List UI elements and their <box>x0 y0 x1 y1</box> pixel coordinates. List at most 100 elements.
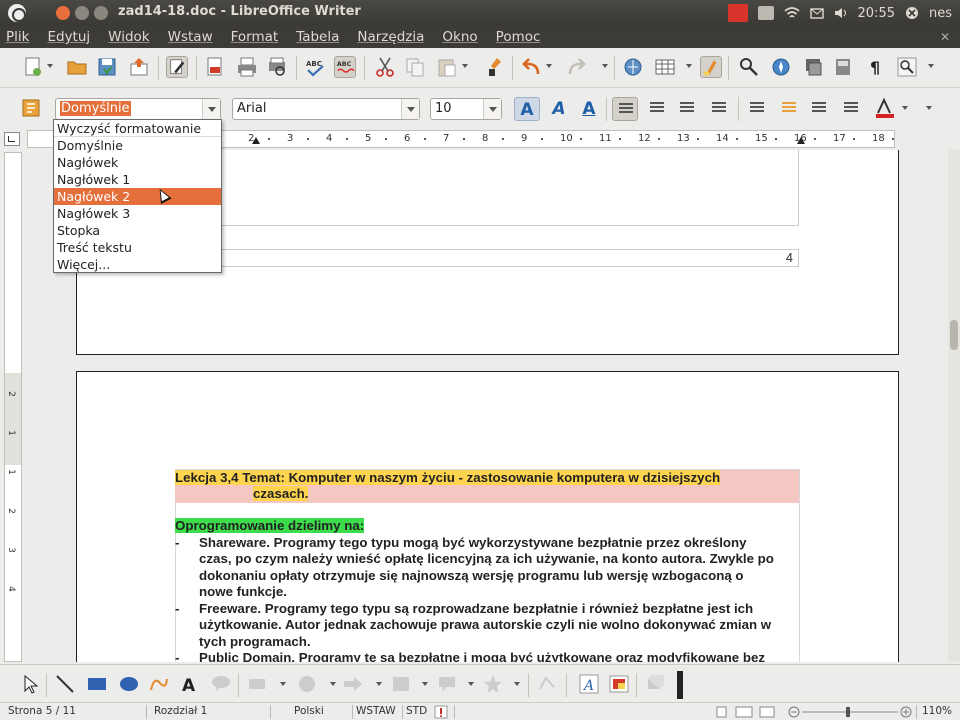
redo-dropdown-icon[interactable] <box>602 64 608 68</box>
bold-button[interactable]: A <box>514 97 540 121</box>
shapes-dropdown-icon[interactable] <box>514 682 520 686</box>
image-from-file-icon[interactable] <box>608 673 630 695</box>
view-layout-icons[interactable] <box>716 706 776 718</box>
font-color-icon[interactable] <box>874 97 896 119</box>
styles-formatting-icon[interactable] <box>20 97 42 119</box>
footer-area[interactable]: 4 <box>175 249 799 267</box>
tab-type-selector[interactable] <box>4 132 20 146</box>
cut-icon[interactable] <box>374 56 396 78</box>
menu-table[interactable]: Tabela <box>296 29 339 45</box>
shapes-dropdown-icon[interactable] <box>330 682 336 686</box>
shapes-dropdown-icon[interactable] <box>280 682 286 686</box>
style-option[interactable]: Wyczyść formatowanie <box>54 120 221 137</box>
vertical-ruler[interactable]: 2 1 1 2 3 4 <box>4 152 22 662</box>
table-icon[interactable] <box>654 56 676 78</box>
italic-button[interactable]: A <box>546 97 572 121</box>
callout-shapes-icon[interactable] <box>436 673 458 695</box>
document-modified-icon[interactable] <box>434 705 448 719</box>
menu-help[interactable]: Pomoc <box>496 29 541 45</box>
ubuntu-logo-icon[interactable] <box>8 4 26 22</box>
menu-view[interactable]: Widok <box>108 29 149 45</box>
export-pdf-icon[interactable] <box>204 56 226 78</box>
style-option[interactable]: Nagłówek <box>54 154 221 171</box>
fontwork-icon[interactable]: A <box>578 673 600 695</box>
vertical-scrollbar[interactable] <box>948 150 960 662</box>
select-arrow-icon[interactable] <box>20 673 42 695</box>
shapes-dropdown-icon[interactable] <box>468 682 474 686</box>
points-icon[interactable] <box>536 673 558 695</box>
shapes-dropdown-icon[interactable] <box>376 682 382 686</box>
indent-marker-icon[interactable] <box>797 137 805 144</box>
redo-icon[interactable] <box>566 56 588 78</box>
scrollbar-thumb[interactable] <box>950 320 958 350</box>
email-document-icon[interactable] <box>128 56 150 78</box>
menu-tools[interactable]: Narzędzia <box>357 29 424 45</box>
gallery-icon[interactable] <box>802 56 824 78</box>
table-dropdown-icon[interactable] <box>686 64 692 68</box>
document-page-current[interactable]: Lekcja 3,4 Temat: Komputer w naszym życi… <box>76 371 899 662</box>
formatting-marks-icon[interactable]: ¶ <box>864 56 886 78</box>
new-document-icon[interactable] <box>22 56 44 78</box>
page-indicator[interactable]: Strona 5 / 11 <box>8 705 76 717</box>
menu-format[interactable]: Format <box>231 29 279 45</box>
paragraph-style-dropdown[interactable]: Wyczyść formatowanie Domyślnie Nagłówek Nag… <box>53 119 222 273</box>
save-icon[interactable] <box>96 56 118 78</box>
spellcheck-icon[interactable]: ABC <box>304 56 326 78</box>
align-right-button[interactable] <box>674 97 700 121</box>
basic-shapes-icon[interactable] <box>246 673 268 695</box>
clone-formatting-icon[interactable] <box>484 56 506 78</box>
close-document-icon[interactable]: ✕ <box>940 30 950 44</box>
ellipse-icon[interactable] <box>118 673 140 695</box>
show-draw-functions-icon[interactable] <box>700 56 722 78</box>
style-option[interactable]: Więcej... <box>54 256 221 273</box>
symbol-shapes-icon[interactable] <box>296 673 318 695</box>
keyboard-icon[interactable] <box>757 6 774 20</box>
section-indicator[interactable]: Rozdział 1 <box>154 705 207 717</box>
indent-marker-icon[interactable] <box>252 137 260 144</box>
font-size-value[interactable]: 10 <box>435 101 452 116</box>
style-option[interactable]: Domyślnie <box>54 137 221 154</box>
zoom-percent[interactable]: 110% <box>922 705 952 717</box>
line-icon[interactable] <box>54 673 76 695</box>
style-option[interactable]: Stopka <box>54 222 221 239</box>
underline-button[interactable]: A <box>576 97 602 121</box>
menu-window[interactable]: Okno <box>442 29 477 45</box>
menu-insert[interactable]: Wstaw <box>168 29 213 45</box>
hyperlink-icon[interactable] <box>622 56 644 78</box>
font-name-value[interactable]: Arial <box>237 101 266 116</box>
data-sources-icon[interactable] <box>832 56 854 78</box>
stars-icon[interactable] <box>482 673 504 695</box>
insert-mode-indicator[interactable]: WSTAW <box>356 705 396 717</box>
flowchart-icon[interactable] <box>390 673 412 695</box>
find-replace-icon[interactable] <box>738 56 760 78</box>
open-folder-icon[interactable] <box>66 56 88 78</box>
menu-edit[interactable]: Edytuj <box>47 29 90 45</box>
align-center-button[interactable] <box>644 97 670 121</box>
style-option[interactable]: Nagłówek 2 <box>54 188 221 205</box>
zoom-slider[interactable] <box>788 706 912 718</box>
session-icon[interactable] <box>905 6 919 20</box>
text-icon[interactable]: A <box>180 673 202 695</box>
new-dropdown-icon[interactable] <box>47 64 53 68</box>
copy-icon[interactable] <box>404 56 426 78</box>
shapes-dropdown-icon[interactable] <box>422 682 428 686</box>
justify-button[interactable] <box>706 97 732 121</box>
close-window-button[interactable] <box>56 6 70 20</box>
font-color-dropdown-icon[interactable] <box>902 106 908 110</box>
undo-icon[interactable] <box>520 56 542 78</box>
font-size-combo[interactable]: 10 <box>430 98 502 120</box>
decrease-indent-button[interactable] <box>806 97 832 121</box>
freeform-line-icon[interactable] <box>148 673 170 695</box>
font-name-combo[interactable]: Arial <box>232 98 420 120</box>
paragraph-style-value[interactable]: Domyślnie <box>60 101 131 116</box>
print-icon[interactable] <box>236 56 258 78</box>
rectangle-icon[interactable] <box>86 673 108 695</box>
increase-indent-button[interactable] <box>838 97 864 121</box>
minimize-window-button[interactable] <box>75 6 89 20</box>
zoom-icon[interactable] <box>896 56 918 78</box>
language-indicator[interactable]: Polski <box>294 705 324 717</box>
chevron-down-icon[interactable] <box>202 99 220 119</box>
extrusion-toggle-icon[interactable] <box>644 673 666 695</box>
chevron-down-icon[interactable] <box>483 99 501 119</box>
block-arrows-icon[interactable] <box>342 673 364 695</box>
